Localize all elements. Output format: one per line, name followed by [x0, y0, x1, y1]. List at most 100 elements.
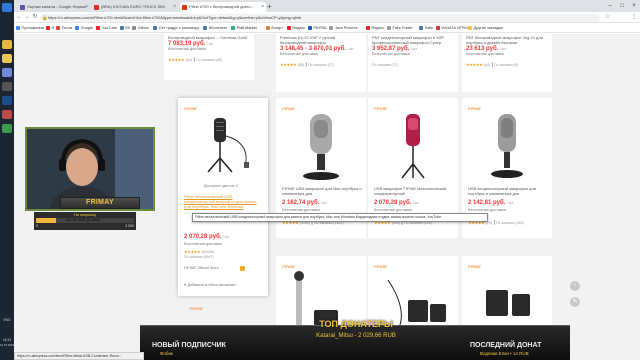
bookmark-icon: [329, 25, 334, 30]
product-image-microphone[interactable]: [178, 112, 268, 180]
bookmark-star-icon[interactable]: ☆: [605, 12, 610, 23]
new-subscriber-name: Фобик: [160, 351, 173, 356]
bookmark-icon: [419, 25, 424, 30]
tab-youtube-stream[interactable]: (BRA) KЛОЧКА EURO TRUCK SIM ×: [92, 2, 178, 12]
bookmark-item[interactable]: Google: [75, 23, 93, 33]
start-button[interactable]: [2, 3, 12, 12]
close-icon[interactable]: ×: [261, 2, 264, 12]
bookmark-icon: [468, 25, 473, 30]
bookmark-icon: [75, 25, 80, 30]
top-donators-widget: ТОП ДОНАТЕРЫ Katarai_Mitsu - 2 029,66 RU…: [286, 319, 426, 359]
tab-google-forms[interactable]: Оценки канала - Google Формы ×: [18, 2, 90, 12]
bookmark-icon: [387, 25, 391, 30]
rating-stars: ★★★★★: [466, 62, 483, 67]
browser-toolbar: ← → ↻ 🔒 https://ru.aliexpress.com/w/Fifi…: [14, 12, 640, 23]
bookmark-icon: [46, 25, 50, 30]
minimize-button[interactable]: –: [604, 0, 616, 12]
bookmark-item[interactable]: Fake Folder: [387, 23, 413, 33]
taskbar-language[interactable]: ENG: [0, 318, 14, 322]
bookmark-item[interactable]: Яндекс: [286, 23, 305, 33]
brand-logo: FIFINE: [190, 306, 203, 311]
bookmark-item[interactable]: PAYPAL: [308, 23, 327, 33]
close-icon[interactable]: ×: [85, 2, 88, 12]
discord-icon[interactable]: [2, 68, 12, 77]
bookmark-item[interactable]: ВК: [119, 23, 130, 33]
bookmark-item[interactable]: Java Pictures: [329, 23, 357, 33]
bookmark-icon: [56, 25, 61, 30]
steam-icon[interactable]: [2, 96, 12, 105]
last-donation-title: Последний донат: [470, 342, 542, 349]
donation-progress-text: 511,38 RUB (20.45%): [66, 218, 100, 222]
bookmark-icon: [308, 25, 312, 30]
link-tooltip: Fifine металлический USB конденсаторный …: [192, 213, 488, 222]
bookmark-item[interactable]: Другие закладки: [468, 23, 503, 33]
close-window-button[interactable]: ×: [628, 0, 640, 12]
product-image-microphone[interactable]: [462, 110, 552, 186]
bookmark-item[interactable]: НАЧАТЬ ИГРЫ: [436, 23, 468, 33]
obs-icon[interactable]: [2, 82, 12, 91]
donation-max: 2 500: [125, 224, 134, 228]
bookmark-item[interactable]: ВКонтакте: [203, 23, 227, 33]
donation-progress-bar: 511,38 RUB (20.45%): [36, 218, 134, 223]
back-button[interactable]: ←: [15, 12, 23, 23]
menu-icon[interactable]: ⋮: [631, 12, 637, 23]
close-icon[interactable]: ×: [173, 2, 176, 12]
chrome-icon[interactable]: [2, 40, 12, 49]
app-icon[interactable]: [2, 124, 12, 133]
bookmark-item[interactable]: YouTube: [96, 23, 117, 33]
forward-button[interactable]: →: [23, 12, 31, 23]
bookmarks-bar: Приложения Я Почта Google YouTube ВК Gifbox Сет…: [14, 23, 640, 33]
product-image-microphone[interactable]: [276, 110, 366, 186]
top-donator-entry: Katarai_Mitsu - 2 029,66 RUB: [316, 333, 396, 339]
reload-button[interactable]: ↻: [31, 12, 39, 23]
bookmark-item[interactable]: Gifbox: [132, 23, 149, 33]
bookmark-icon: [265, 25, 270, 30]
rating-stars: ★★★★★: [168, 57, 185, 62]
rating-stars: ★★★★★: [184, 249, 201, 254]
bookmark-item[interactable]: Я: [46, 23, 54, 33]
bookmark-icon: [286, 25, 291, 30]
folder-icon[interactable]: [2, 54, 12, 63]
brand-logo: FIFINE: [468, 264, 481, 269]
bookmark-item[interactable]: Ангар+: [265, 23, 283, 33]
streamer-nickname: FRIMAY: [60, 197, 140, 209]
product-card[interactable]: PNT конденсаторный микрофон в ХЛР профес…: [368, 34, 458, 92]
bookmark-item[interactable]: Сет градус к разговору...: [153, 23, 202, 33]
lock-icon: 🔒: [42, 14, 48, 20]
browser-tab-strip: Оценки канала - Google Формы × (BRA) KЛО…: [14, 0, 640, 12]
youtube-icon: [94, 4, 99, 10]
bookmark-item[interactable]: Яндекс: [365, 23, 384, 33]
scroll-top-button[interactable]: ↑: [570, 281, 580, 291]
top-donators-title: ТОП ДОНАТЕРЫ: [319, 319, 393, 329]
bookmark-item[interactable]: Приложения: [16, 23, 44, 33]
donation-min: 0: [36, 224, 38, 228]
bookmark-icon: [365, 25, 370, 30]
new-tab-button[interactable]: +: [267, 2, 272, 12]
browser-status-bar: https://ru.aliexpress.com/item/Fifine-Me…: [14, 352, 144, 360]
bookmark-item[interactable]: Почта: [56, 23, 72, 33]
tab-aliexpress[interactable]: Fifine k700 с беспроводной докто... ×: [180, 2, 266, 12]
maximize-button[interactable]: □: [616, 0, 628, 12]
last-donation-name: Водянки Елки • 14 RUB: [480, 351, 529, 356]
product-card[interactable]: Беспроводной микрофон ... Система G440 7…: [164, 34, 254, 80]
taskbar-date[interactable]: 14.07.2019: [0, 343, 14, 347]
aliexpress-icon: [182, 4, 187, 10]
donation-goal-label: На покраску: [73, 212, 97, 217]
product-card[interactable]: PNT беспроводной микрофон Vkg 01 для ноу…: [462, 34, 552, 92]
bookmark-item[interactable]: Plati.Market: [231, 23, 257, 33]
donation-goal-widget: На покраску 511,38 RUB (20.45%) 0 2 500: [34, 212, 136, 230]
bookmark-icon: [16, 25, 20, 30]
rating-stars: ★★★★★: [280, 62, 297, 67]
music-icon[interactable]: [2, 110, 12, 119]
feedback-button[interactable]: ✎: [570, 297, 580, 307]
bookmark-item[interactable]: Лайк: [419, 23, 433, 33]
address-bar[interactable]: 🔒 https://ru.aliexpress.com/w/Fifine-k70…: [40, 13, 600, 22]
bookmark-icon: [119, 25, 124, 30]
bookmark-icon: [231, 25, 236, 30]
new-subscriber-title: Новый подписчик: [152, 342, 226, 349]
taskbar-time[interactable]: 16:13: [0, 338, 14, 342]
bookmark-icon: [132, 25, 137, 30]
product-card[interactable]: Freeboss KV-22 VHF 2 ручной беспроводной…: [276, 34, 366, 92]
product-image-microphone[interactable]: [368, 110, 458, 186]
brand-logo: FIFINE: [282, 264, 295, 269]
